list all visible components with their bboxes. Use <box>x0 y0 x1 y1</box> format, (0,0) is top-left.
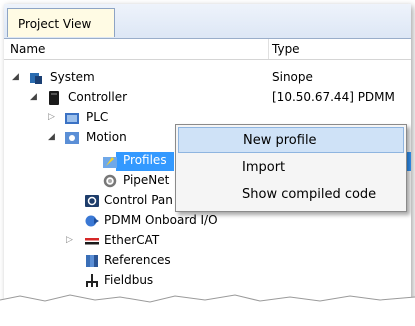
expanded-arrow-icon[interactable]: ◢ <box>12 72 19 82</box>
tree-item-label: PipeNet <box>123 173 170 187</box>
gear-icon <box>103 174 117 188</box>
system-icon <box>30 73 42 84</box>
ethercat-icon <box>85 238 99 245</box>
project-view-panel: Project View Name Type ◢ System Sinope ◢… <box>4 4 411 317</box>
torn-edge <box>0 294 415 326</box>
expanded-arrow-icon[interactable]: ◢ <box>48 132 55 142</box>
references-icon <box>86 255 98 267</box>
tree-item-label: Controller <box>68 90 128 104</box>
menu-item-import[interactable]: Import <box>178 155 404 181</box>
column-header: Name Type <box>4 39 411 60</box>
expanded-arrow-icon[interactable]: ◢ <box>30 92 37 102</box>
collapsed-arrow-icon[interactable]: ▷ <box>66 235 73 245</box>
menu-item-show-compiled-code[interactable]: Show compiled code <box>178 182 404 208</box>
type-cell-system: Sinope <box>272 70 313 84</box>
tree-item-label: References <box>104 253 171 267</box>
tab-project-view[interactable]: Project View <box>7 8 115 37</box>
type-cell-controller: [10.50.67.44] PDMM <box>272 90 395 104</box>
tree-item-label: Profiles <box>123 153 167 167</box>
tree-item-label: PDMM Onboard I/O <box>104 213 218 227</box>
tree-item-label: PLC <box>86 110 109 124</box>
io-icon <box>85 215 99 227</box>
control-panel-icon <box>85 195 99 207</box>
tree-item-label: System <box>50 70 95 84</box>
tree-item-label: EtherCAT <box>104 233 160 247</box>
tree-item-label: Fieldbus <box>104 273 154 287</box>
column-type-header[interactable]: Type <box>272 42 300 56</box>
tab-bar: Project View <box>4 4 411 39</box>
context-menu: New profile Import Show compiled code <box>175 124 407 212</box>
column-name-header[interactable]: Name <box>10 42 45 56</box>
column-divider[interactable] <box>268 39 269 59</box>
plc-icon <box>65 113 79 124</box>
tree-item-label: Motion <box>86 130 127 144</box>
menu-item-new-profile[interactable]: New profile <box>178 127 404 153</box>
controller-icon <box>49 91 59 105</box>
profile-icon <box>103 157 117 168</box>
motion-icon <box>65 132 79 144</box>
tree-item-label: Control Pan <box>104 193 173 207</box>
collapsed-arrow-icon[interactable]: ▷ <box>48 112 55 122</box>
